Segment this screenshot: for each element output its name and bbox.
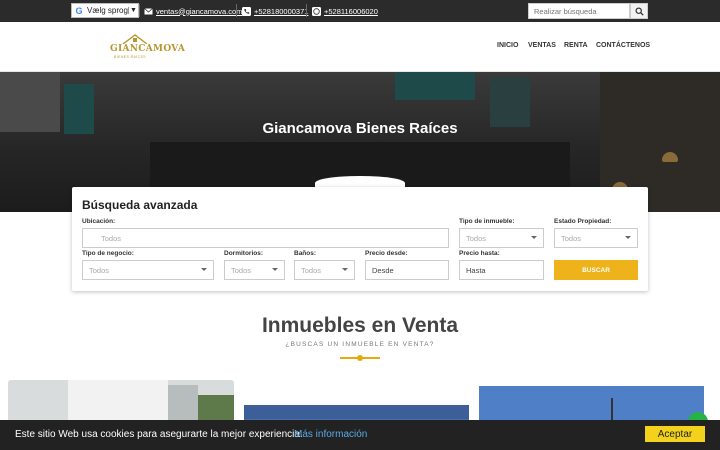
google-icon: G <box>75 5 83 16</box>
estado-select[interactable]: Todos <box>554 228 638 248</box>
whatsapp-text: +528116006020 <box>324 6 378 16</box>
ubicacion-placeholder: Todos <box>101 233 122 243</box>
precio-desde-label: Precio desde: <box>365 250 408 257</box>
negocio-value: Todos <box>89 265 110 275</box>
whatsapp-link[interactable]: +528116006020 <box>311 4 378 18</box>
dormitorios-value: Todos <box>231 265 252 275</box>
nav-inicio[interactable]: INICIO <box>497 42 518 49</box>
negocio-label: Tipo de negocio: <box>82 250 134 257</box>
buscar-button[interactable]: BUSCAR <box>554 260 638 280</box>
logo-text: GIANCAMOVA <box>110 44 186 54</box>
dormitorios-select[interactable]: Todos <box>224 260 285 280</box>
caret-down-icon <box>272 268 278 271</box>
caret-down-icon <box>625 236 631 239</box>
phone-text: +528180000371 <box>254 6 309 16</box>
search-button[interactable] <box>630 3 648 19</box>
email-link[interactable]: ventas@giancamova.com <box>143 4 242 18</box>
roof-icon <box>122 34 148 44</box>
caret-down-icon <box>342 268 348 271</box>
estado-value: Todos <box>561 233 582 243</box>
estado-label: Estado Propiedad: <box>554 218 612 225</box>
language-selector[interactable]: G Vælg sprog ▼ <box>71 3 139 18</box>
divider <box>139 4 140 17</box>
nav-renta[interactable]: RENTA <box>564 42 588 49</box>
top-bar: G Vælg sprog ▼ ventas@giancamova.com +52… <box>0 0 720 22</box>
ubicacion-input[interactable]: Todos <box>82 228 449 248</box>
hero-decor <box>395 72 475 100</box>
banos-value: Todos <box>301 265 322 275</box>
negocio-select[interactable]: Todos <box>82 260 214 280</box>
caret-down-icon <box>201 268 207 271</box>
panel-title: Búsqueda avanzada <box>82 198 198 212</box>
logo[interactable]: GIANCAMOVA BIENES RAÍCES <box>108 34 185 62</box>
hero-title: Giancamova Bienes Raíces <box>262 120 458 137</box>
divider <box>306 4 307 17</box>
advanced-search-panel: Búsqueda avanzada Ubicación: Todos Tipo … <box>72 187 648 291</box>
search-input[interactable] <box>528 3 630 19</box>
divider <box>236 4 237 17</box>
nav-ventas[interactable]: VENTAS <box>528 42 556 49</box>
email-text: ventas@giancamova.com <box>156 6 243 16</box>
tipo-inmueble-label: Tipo de inmueble: <box>459 218 515 225</box>
section-subtitle: ¿BUSCAS UN INMUEBLE EN VENTA? <box>285 341 435 348</box>
precio-hasta-placeholder: Hasta <box>466 265 486 275</box>
ubicacion-label: Ubicación: <box>82 218 116 225</box>
envelope-icon <box>143 7 153 16</box>
language-label: Vælg sprog <box>87 6 128 15</box>
banos-label: Baños: <box>294 250 317 257</box>
caret-down-icon <box>531 236 537 239</box>
phone-icon <box>241 6 251 16</box>
section-divider-dot <box>357 355 363 361</box>
nav-contactenos[interactable]: CONTÁCTENOS <box>596 42 650 49</box>
hero-decor <box>662 152 678 162</box>
section-title: Inmuebles en Venta <box>261 314 459 337</box>
cookie-accept-button[interactable]: Aceptar <box>645 426 705 442</box>
cookie-more-info-link[interactable]: Más información <box>294 429 367 440</box>
dormitorios-label: Dormitorios: <box>224 250 263 257</box>
precio-hasta-label: Precio hasta: <box>459 250 500 257</box>
tipo-inmueble-select[interactable]: Todos <box>459 228 544 248</box>
chevron-down-icon: ▼ <box>128 7 138 14</box>
banos-select[interactable]: Todos <box>294 260 355 280</box>
search-icon <box>635 7 644 16</box>
phone-link[interactable]: +528180000371 <box>241 4 308 18</box>
logo-subtext: BIENES RAÍCES <box>114 55 147 59</box>
site-search <box>528 3 648 19</box>
precio-desde-placeholder: Desde <box>372 265 394 275</box>
tipo-inmueble-value: Todos <box>466 233 487 243</box>
site-header: GIANCAMOVA BIENES RAÍCES INICIO VENTAS R… <box>0 22 720 72</box>
precio-hasta-input[interactable]: Hasta <box>459 260 544 280</box>
precio-desde-input[interactable]: Desde <box>365 260 449 280</box>
cookie-banner: Este sitio Web usa cookies para asegurar… <box>0 420 720 450</box>
cookie-text: Este sitio Web usa cookies para asegurar… <box>15 429 303 440</box>
whatsapp-icon <box>311 6 321 16</box>
